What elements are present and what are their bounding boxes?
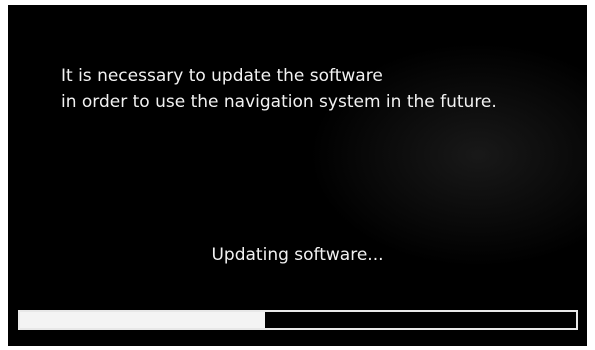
update-message-line-1: It is necessary to update the software	[61, 66, 383, 86]
screen-glare	[8, 5, 587, 346]
progress-bar-fill	[20, 312, 265, 328]
status-text: Updating software...	[211, 245, 384, 265]
navigation-screen: It is necessary to update the software i…	[8, 5, 587, 346]
update-message-line-2: in order to use the navigation system in…	[61, 92, 497, 112]
progress-bar	[18, 310, 578, 330]
update-message: It is necessary to update the software i…	[61, 63, 581, 115]
display-bezel: It is necessary to update the software i…	[0, 0, 595, 350]
